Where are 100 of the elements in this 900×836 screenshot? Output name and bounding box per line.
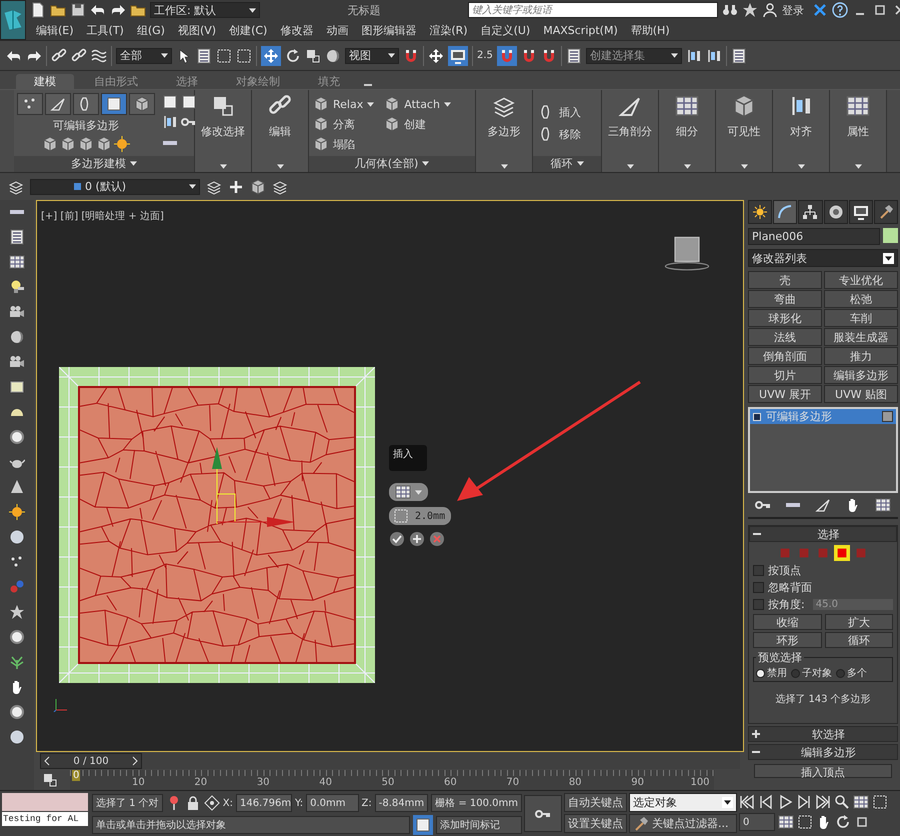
align-icon[interactable] bbox=[162, 114, 178, 130]
cube-icon[interactable] bbox=[60, 136, 76, 152]
preview-radio[interactable]: 禁用 bbox=[756, 666, 787, 680]
absolute-mode-icon[interactable] bbox=[204, 795, 220, 812]
menu-item[interactable]: 创建(C) bbox=[229, 22, 268, 38]
selection-button[interactable]: 扩大 bbox=[824, 614, 893, 630]
modifier-button[interactable]: UVW 展开 bbox=[748, 385, 822, 404]
geometry-tool-button[interactable]: Relax bbox=[313, 94, 374, 114]
rollout-header[interactable]: 选择 bbox=[749, 526, 897, 542]
workspace-dropdown[interactable]: 工作区: 默认 bbox=[150, 2, 260, 18]
option-checkbox[interactable]: 忽略背面 bbox=[753, 580, 893, 596]
selection-spinner-button[interactable]: 环形 bbox=[753, 632, 822, 648]
align-icon[interactable] bbox=[706, 48, 722, 64]
user-icon[interactable] bbox=[762, 2, 778, 18]
binoculars-icon[interactable] bbox=[722, 2, 738, 18]
track-bar-ruler[interactable]: 0 10 20 30 40 50 60 70 80 90 100 bbox=[70, 770, 714, 790]
chevron-left-icon[interactable] bbox=[44, 756, 50, 766]
key-filters-button[interactable]: 关键点过滤器... bbox=[629, 814, 737, 834]
scale-icon[interactable] bbox=[305, 48, 321, 64]
sun-icon[interactable] bbox=[9, 504, 25, 520]
rollout-header[interactable]: 编辑多边形 bbox=[748, 744, 898, 760]
auto-key-button[interactable]: 自动关键点 bbox=[564, 793, 627, 812]
menu-item[interactable]: 工具(T) bbox=[86, 22, 124, 38]
time-slider-thumb[interactable]: 0 / 100 bbox=[40, 753, 142, 770]
set-key-mode-button[interactable]: 设置关键点 bbox=[564, 814, 627, 834]
modifier-button[interactable]: 球形化 bbox=[748, 309, 822, 328]
time-slider-track[interactable]: 0 / 100 bbox=[40, 753, 740, 770]
subobject-level-button[interactable] bbox=[101, 93, 127, 116]
layer-list-icon[interactable] bbox=[730, 48, 747, 64]
save-icon[interactable] bbox=[70, 2, 86, 18]
group-footer-button[interactable]: 循环 bbox=[533, 156, 601, 172]
layers-icon[interactable] bbox=[8, 178, 24, 195]
search-field[interactable]: 键入关键字或短语 bbox=[468, 2, 718, 18]
menu-item[interactable]: 视图(V) bbox=[178, 22, 216, 38]
coordinate-field[interactable]: 146.796m bbox=[236, 794, 292, 812]
ribbon-tab[interactable]: 填充 bbox=[300, 74, 358, 90]
listener-output-field[interactable] bbox=[2, 793, 88, 812]
menu-item[interactable]: 动画 bbox=[326, 22, 348, 38]
zoom-icon[interactable] bbox=[834, 794, 850, 810]
subobject-level-button[interactable] bbox=[73, 93, 99, 116]
help-icon[interactable] bbox=[832, 2, 848, 18]
add-time-tag-button[interactable]: 添加时间标记 bbox=[436, 816, 522, 834]
link-icon[interactable] bbox=[51, 48, 67, 64]
table-icon[interactable] bbox=[9, 254, 25, 270]
loop-tool-button[interactable]: 插入 bbox=[539, 104, 601, 120]
group-footer-button[interactable]: 多边形建模 bbox=[14, 156, 194, 172]
reference-coordinate-dropdown[interactable]: 视图 bbox=[345, 48, 399, 64]
listener-input-field[interactable]: Testing for AL bbox=[2, 812, 88, 826]
menu-item[interactable]: 编辑(E) bbox=[36, 22, 74, 38]
sphere-icon[interactable] bbox=[325, 48, 341, 64]
add-icon[interactable] bbox=[228, 178, 244, 195]
layer-select-icon[interactable] bbox=[272, 178, 288, 195]
app-logo-button[interactable] bbox=[0, 0, 26, 40]
manipulate-button[interactable] bbox=[448, 46, 468, 66]
chevron-right-icon[interactable] bbox=[132, 756, 138, 766]
move-icon[interactable] bbox=[428, 48, 444, 64]
go-to-start-icon[interactable] bbox=[739, 794, 755, 810]
cube-icon[interactable] bbox=[42, 136, 58, 152]
cube-icon[interactable] bbox=[96, 136, 112, 152]
select-by-name-icon[interactable] bbox=[196, 48, 212, 64]
modifier-button[interactable]: 服装生成器 bbox=[824, 328, 898, 346]
snap-toggle-button[interactable]: 2.5 bbox=[477, 50, 493, 62]
menu-item[interactable]: 渲染(R) bbox=[429, 22, 468, 38]
modifier-button[interactable]: UVW 贴图 bbox=[824, 385, 898, 404]
time-slider-position[interactable]: 0 / 100 bbox=[73, 756, 109, 767]
preview-radio[interactable]: 多个 bbox=[836, 666, 867, 680]
cone-icon[interactable] bbox=[9, 479, 25, 496]
wave-icon[interactable] bbox=[91, 48, 107, 64]
view-cube-icon[interactable] bbox=[663, 235, 711, 272]
menu-item[interactable]: 帮助(H) bbox=[630, 22, 670, 38]
coordinate-field[interactable]: -8.84mm bbox=[374, 794, 428, 812]
ribbon-tab[interactable]: 对象绘制 bbox=[218, 74, 298, 90]
ball-icon[interactable] bbox=[9, 529, 25, 546]
grid-icon[interactable] bbox=[853, 794, 869, 810]
modifier-button[interactable]: 壳 bbox=[748, 271, 822, 290]
modifier-button[interactable]: 切片 bbox=[748, 366, 822, 384]
new-file-icon[interactable] bbox=[30, 2, 46, 18]
rollout-header[interactable]: 软选择 bbox=[748, 726, 898, 742]
insert-mode-button[interactable] bbox=[389, 483, 428, 502]
star-icon[interactable] bbox=[742, 2, 758, 18]
redo-icon[interactable] bbox=[110, 2, 126, 18]
ribbon-tab[interactable]: 建模 bbox=[16, 74, 74, 90]
inset-amount-field[interactable]: 2.0mm bbox=[389, 507, 451, 526]
loop-tool-button[interactable]: 移除 bbox=[539, 126, 601, 142]
command-panel-tab[interactable] bbox=[798, 200, 823, 224]
current-frame-field[interactable]: 0 bbox=[739, 813, 775, 832]
command-panel-tab[interactable] bbox=[748, 200, 772, 224]
previous-frame-icon[interactable] bbox=[758, 794, 774, 810]
modifier-list-dropdown[interactable]: 修改器列表 bbox=[748, 249, 898, 268]
modifier-button[interactable]: 倒角剖面 bbox=[748, 347, 822, 366]
cancel-icon[interactable] bbox=[429, 531, 445, 548]
modifier-button[interactable]: 推力 bbox=[824, 347, 898, 366]
next-frame-icon[interactable] bbox=[796, 794, 812, 810]
selection-region-icon[interactable] bbox=[216, 48, 232, 64]
coordinate-field[interactable]: 0.0mm bbox=[306, 794, 359, 812]
modifier-button[interactable]: 车削 bbox=[824, 309, 898, 328]
modifier-button[interactable]: 专业优化 bbox=[824, 271, 898, 290]
modifier-button[interactable]: 弯曲 bbox=[748, 290, 822, 308]
key-mode-dropdown[interactable]: 选定对象 bbox=[629, 793, 737, 812]
light-bulb-icon[interactable] bbox=[9, 279, 25, 296]
